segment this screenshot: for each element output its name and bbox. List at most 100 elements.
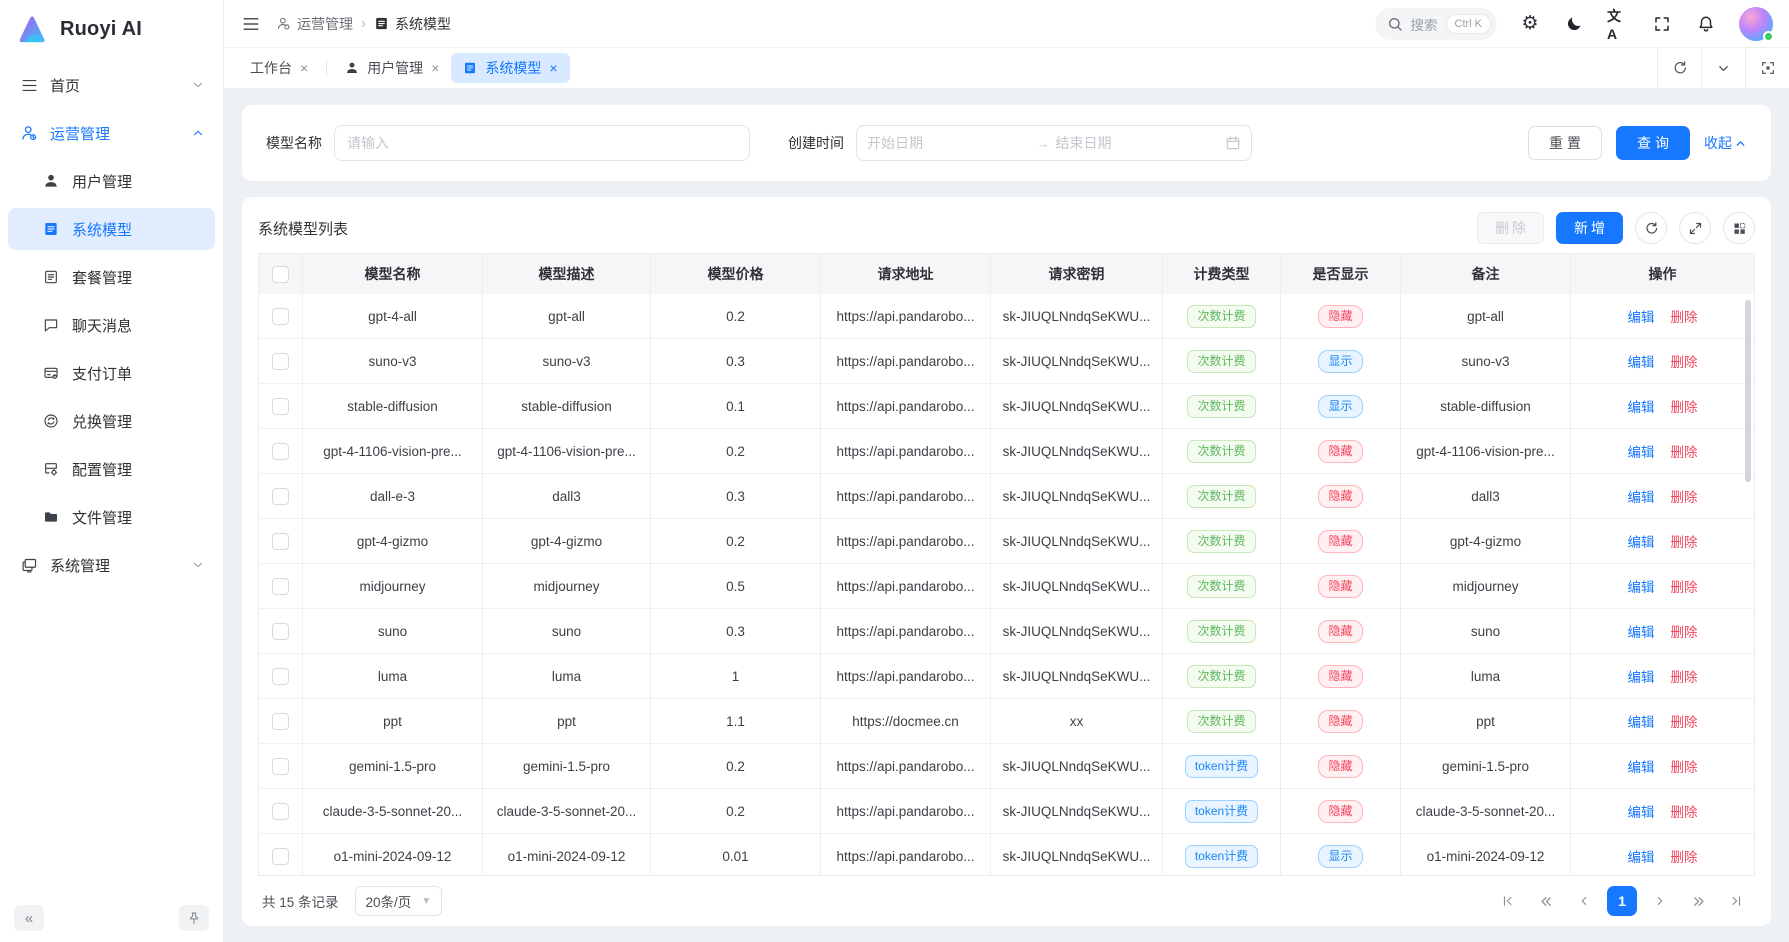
delete-link[interactable]: 删除 [1671, 441, 1698, 461]
refresh-icon[interactable] [1657, 48, 1701, 88]
reset-button[interactable]: 重置 [1528, 126, 1602, 160]
sidebar-item-config-management[interactable]: 配置管理 [8, 448, 215, 490]
start-date-input[interactable] [867, 135, 1031, 151]
edit-link[interactable]: 编辑 [1628, 801, 1655, 821]
row-checkbox[interactable] [272, 443, 289, 460]
edit-link[interactable]: 编辑 [1628, 756, 1655, 776]
pagination-page-1[interactable]: 1 [1607, 886, 1637, 916]
delete-link[interactable]: 删除 [1671, 756, 1698, 776]
sidebar-item-redeem-management[interactable]: 兑换管理 [8, 400, 215, 442]
select-all-checkbox[interactable] [272, 266, 289, 283]
delete-link[interactable]: 删除 [1671, 396, 1698, 416]
tab-user-management[interactable]: 用户管理 × [333, 53, 451, 83]
delete-link[interactable]: 删除 [1671, 486, 1698, 506]
table-row: gemini-1.5-progemini-1.5-pro0.2https://a… [259, 744, 1754, 789]
pagination-last[interactable] [1721, 886, 1751, 916]
notifications-bell-icon[interactable] [1695, 13, 1717, 35]
sidebar-item-package-management[interactable]: 套餐管理 [8, 256, 215, 298]
edit-link[interactable]: 编辑 [1628, 621, 1655, 641]
row-checkbox[interactable] [272, 533, 289, 550]
row-checkbox[interactable] [272, 803, 289, 820]
edit-link[interactable]: 编辑 [1628, 711, 1655, 731]
delete-link[interactable]: 删除 [1671, 351, 1698, 371]
sidebar-item-user-management[interactable]: 用户管理 [8, 160, 215, 202]
sidebar-item-operations[interactable]: 运营管理 [8, 112, 215, 154]
tab-system-models[interactable]: 系统模型 × [451, 53, 569, 83]
sidebar-item-file-management[interactable]: 文件管理 [8, 496, 215, 538]
sidebar-item-system-management[interactable]: 系统管理 [8, 544, 215, 586]
sidebar-item-home[interactable]: 首页 [8, 64, 215, 106]
delete-link[interactable]: 删除 [1671, 621, 1698, 641]
edit-link[interactable]: 编辑 [1628, 351, 1655, 371]
model-name-input[interactable] [334, 125, 750, 161]
chevron-down-icon[interactable] [1701, 48, 1745, 88]
tab-workbench[interactable]: 工作台 × [238, 53, 320, 83]
page-size-select[interactable]: 20条/页 ▼ [355, 886, 443, 916]
row-checkbox[interactable] [272, 848, 289, 865]
delete-link[interactable]: 删除 [1671, 306, 1698, 326]
table-fullscreen-icon[interactable] [1679, 212, 1711, 244]
delete-link[interactable]: 删除 [1671, 531, 1698, 551]
date-range-picker[interactable]: → [856, 125, 1252, 161]
add-button[interactable]: 新增 [1556, 212, 1623, 244]
edit-link[interactable]: 编辑 [1628, 441, 1655, 461]
close-icon[interactable]: × [431, 61, 439, 75]
row-checkbox[interactable] [272, 308, 289, 325]
settings-gear-icon[interactable]: ⚙ [1519, 13, 1541, 35]
delete-link[interactable]: 删除 [1671, 801, 1698, 821]
visibility-badge: 隐藏 [1318, 305, 1362, 328]
delete-button[interactable]: 删除 [1477, 212, 1544, 244]
sidebar-item-payment-orders[interactable]: 支付订单 [8, 352, 215, 394]
sidebar-item-chat-messages[interactable]: 聊天消息 [8, 304, 215, 346]
pagination-prev[interactable] [1569, 886, 1599, 916]
request-url-cell: https://docmee.cn [821, 699, 991, 743]
breadcrumb-item-operations[interactable]: 运营管理 [276, 14, 353, 34]
row-checkbox[interactable] [272, 713, 289, 730]
breadcrumb-item-system-models[interactable]: 系统模型 [374, 14, 451, 34]
query-button[interactable]: 查询 [1616, 126, 1690, 160]
delete-link[interactable]: 删除 [1671, 666, 1698, 686]
row-checkbox[interactable] [272, 353, 289, 370]
edit-link[interactable]: 编辑 [1628, 396, 1655, 416]
billing-type-badge: 次数计费 [1187, 485, 1255, 508]
pagination-next[interactable] [1645, 886, 1675, 916]
delete-link[interactable]: 删除 [1671, 846, 1698, 866]
request-key-cell: sk-JIUQLNndqSeKWU... [991, 384, 1163, 428]
close-icon[interactable]: × [300, 61, 308, 75]
vertical-scrollbar[interactable] [1745, 300, 1751, 482]
user-avatar[interactable] [1739, 7, 1773, 41]
pagination-jump-forward[interactable] [1683, 886, 1713, 916]
row-checkbox[interactable] [272, 623, 289, 640]
content-fullscreen-icon[interactable] [1745, 48, 1789, 88]
end-date-input[interactable] [1056, 135, 1220, 151]
row-checkbox[interactable] [272, 578, 289, 595]
delete-link[interactable]: 删除 [1671, 711, 1698, 731]
fullscreen-icon[interactable] [1651, 13, 1673, 35]
pagination-first[interactable] [1493, 886, 1523, 916]
sidebar-item-system-models[interactable]: 系统模型 [8, 208, 215, 250]
row-checkbox[interactable] [272, 398, 289, 415]
row-checkbox[interactable] [272, 668, 289, 685]
edit-link[interactable]: 编辑 [1628, 306, 1655, 326]
row-checkbox[interactable] [272, 758, 289, 775]
tab-separator [326, 60, 327, 76]
row-checkbox[interactable] [272, 488, 289, 505]
pin-icon[interactable] [179, 905, 209, 931]
delete-link[interactable]: 删除 [1671, 576, 1698, 596]
language-translate-icon[interactable]: 文A [1607, 13, 1629, 35]
edit-link[interactable]: 编辑 [1628, 531, 1655, 551]
column-settings-icon[interactable] [1723, 212, 1755, 244]
close-icon[interactable]: × [549, 61, 557, 75]
edit-link[interactable]: 编辑 [1628, 846, 1655, 866]
global-search[interactable]: 搜索 Ctrl K [1375, 8, 1498, 40]
dark-mode-moon-icon[interactable] [1563, 13, 1585, 35]
menu-toggle-icon[interactable] [240, 13, 262, 35]
edit-link[interactable]: 编辑 [1628, 486, 1655, 506]
collapse-filters-link[interactable]: 收起 [1704, 133, 1747, 153]
sidebar-collapse-button[interactable]: « [14, 905, 44, 931]
pagination-jump-back[interactable] [1531, 886, 1561, 916]
remark-cell: dall3 [1401, 474, 1571, 518]
table-refresh-icon[interactable] [1635, 212, 1667, 244]
edit-link[interactable]: 编辑 [1628, 576, 1655, 596]
edit-link[interactable]: 编辑 [1628, 666, 1655, 686]
